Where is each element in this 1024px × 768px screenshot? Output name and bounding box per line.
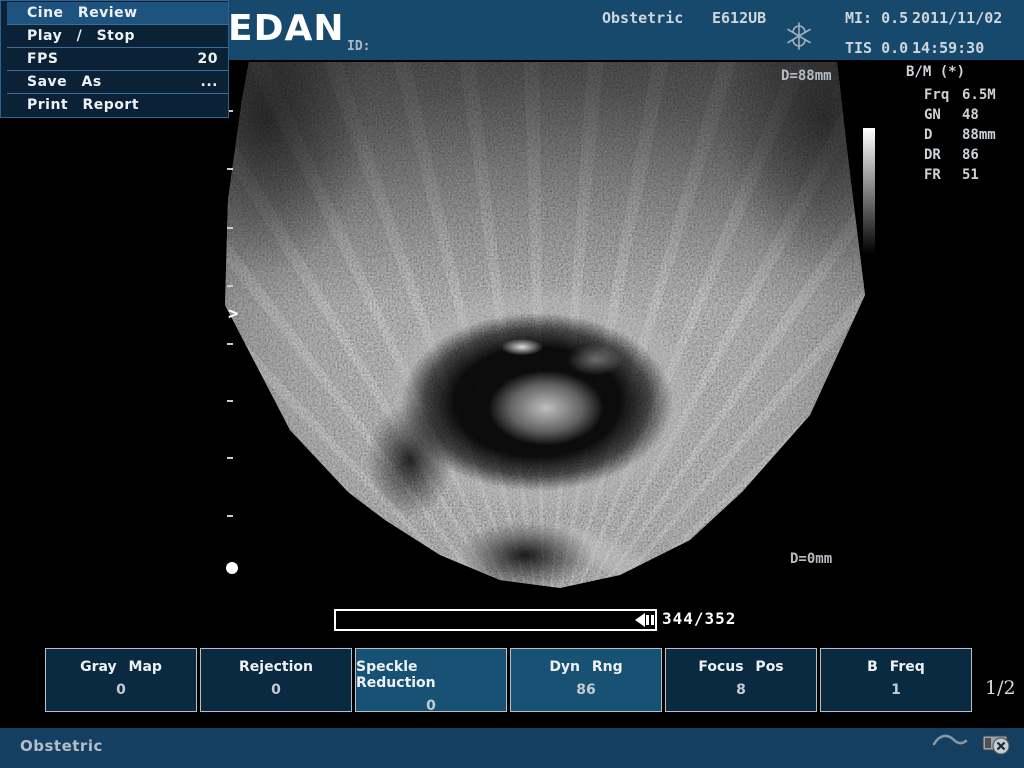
param-row: DR 86 <box>906 145 1021 165</box>
storage-device-icon[interactable] <box>982 732 1012 762</box>
softkey-rejection[interactable]: Rejection 0 <box>200 648 352 712</box>
menu-item-print-report[interactable]: Print Report <box>7 94 228 116</box>
menu-item-label: FPS <box>27 51 58 67</box>
anatomy-shading <box>225 60 867 592</box>
cine-progress-bar[interactable] <box>334 609 657 631</box>
exam-type-label: Obstetric <box>602 9 683 27</box>
softkey-page-indicator: 1/2 <box>985 677 1016 699</box>
param-value: 51 <box>962 167 979 183</box>
ultrasound-image <box>225 60 867 592</box>
frame-back-icon <box>635 613 645 627</box>
softkey-value: 1 <box>891 682 901 698</box>
param-value: 88mm <box>962 127 996 143</box>
param-label: DR <box>924 147 962 163</box>
menu-item-fps[interactable]: FPS 20 <box>7 48 228 71</box>
param-value: 6.5M <box>962 87 996 103</box>
frame-counter: 344/352 <box>662 609 736 628</box>
edan-logo: EDAN <box>228 8 344 49</box>
menu-item-label: Play / Stop <box>27 28 135 44</box>
param-row: Frq 6.5M <box>906 85 1021 105</box>
softkey-label: Dyn Rng <box>549 659 622 675</box>
cine-review-menu: Cine Review Play / Stop FPS 20 Save As .… <box>0 0 229 118</box>
menu-item-value: 20 <box>198 51 218 67</box>
softkey-value: 0 <box>426 698 436 714</box>
softkey-row: Gray Map 0 Rejection 0 Speckle Reduction… <box>45 648 975 712</box>
menu-item-value: ... <box>201 74 218 90</box>
time-readout: 14:59:30 <box>912 39 984 57</box>
softkey-label: Speckle Reduction <box>356 659 506 691</box>
softkey-label: Gray Map <box>80 659 162 675</box>
image-parameters-panel: B/M (*) Frq 6.5M GN 48 D 88mm DR 86 FR 5… <box>906 64 1021 185</box>
frame-back-icon-bar <box>646 615 649 625</box>
menu-item-label: Save As <box>27 74 102 90</box>
softkey-label: B Freq <box>867 659 925 675</box>
softkey-label: Focus Pos <box>698 659 783 675</box>
depth-tick <box>227 400 233 402</box>
probe-orientation-marker <box>226 562 238 574</box>
param-row: GN 48 <box>906 105 1021 125</box>
param-value: 86 <box>962 147 979 163</box>
wave-icon <box>930 730 970 756</box>
patient-id-label: ID: <box>347 39 370 54</box>
tis-readout: TIS 0.0 <box>845 39 908 57</box>
depth-tick <box>227 285 233 287</box>
softkey-value: 86 <box>576 682 595 698</box>
probe-model-label: E612UB <box>712 9 766 27</box>
param-row: D 88mm <box>906 125 1021 145</box>
softkey-gray-map[interactable]: Gray Map 0 <box>45 648 197 712</box>
softkey-value: 0 <box>116 682 126 698</box>
menu-item-label: Print Report <box>27 97 139 113</box>
depth-tick <box>227 515 233 517</box>
frame-back-icon-bar <box>651 615 654 625</box>
param-label: FR <box>924 167 962 183</box>
depth-max-label: D=88mm <box>781 68 832 84</box>
mi-readout: MI: 0.5 <box>845 9 908 27</box>
mode-title: B/M (*) <box>906 64 1021 80</box>
param-value: 48 <box>962 107 979 123</box>
menu-item-label: Cine Review <box>27 5 138 21</box>
menu-item-play-stop[interactable]: Play / Stop <box>7 25 228 48</box>
focus-position-marker[interactable]: > <box>228 304 238 324</box>
depth-tick <box>227 343 233 345</box>
status-exam-type: Obstetric <box>20 737 103 755</box>
depth-tick <box>227 227 233 229</box>
param-label: GN <box>924 107 962 123</box>
grayscale-bar <box>863 128 875 254</box>
softkey-focus-pos[interactable]: Focus Pos 8 <box>665 648 817 712</box>
status-bar <box>0 728 1024 768</box>
depth-zero-label: D=0mm <box>790 551 832 567</box>
menu-item-save-as[interactable]: Save As ... <box>7 71 228 94</box>
softkey-dyn-rng[interactable]: Dyn Rng 86 <box>510 648 662 712</box>
softkey-label: Rejection <box>239 659 313 675</box>
depth-tick <box>227 457 233 459</box>
softkey-b-freq[interactable]: B Freq 1 <box>820 648 972 712</box>
param-row: FR 51 <box>906 165 1021 185</box>
param-label: Frq <box>924 87 962 103</box>
param-label: D <box>924 127 962 143</box>
date-readout: 2011/11/02 <box>912 9 1002 27</box>
menu-item-cine-review[interactable]: Cine Review <box>7 2 228 25</box>
depth-tick <box>227 168 233 170</box>
freeze-snowflake-icon <box>784 20 814 56</box>
softkey-value: 8 <box>736 682 746 698</box>
softkey-value: 0 <box>271 682 281 698</box>
softkey-speckle-reduction[interactable]: Speckle Reduction 0 <box>355 648 507 712</box>
